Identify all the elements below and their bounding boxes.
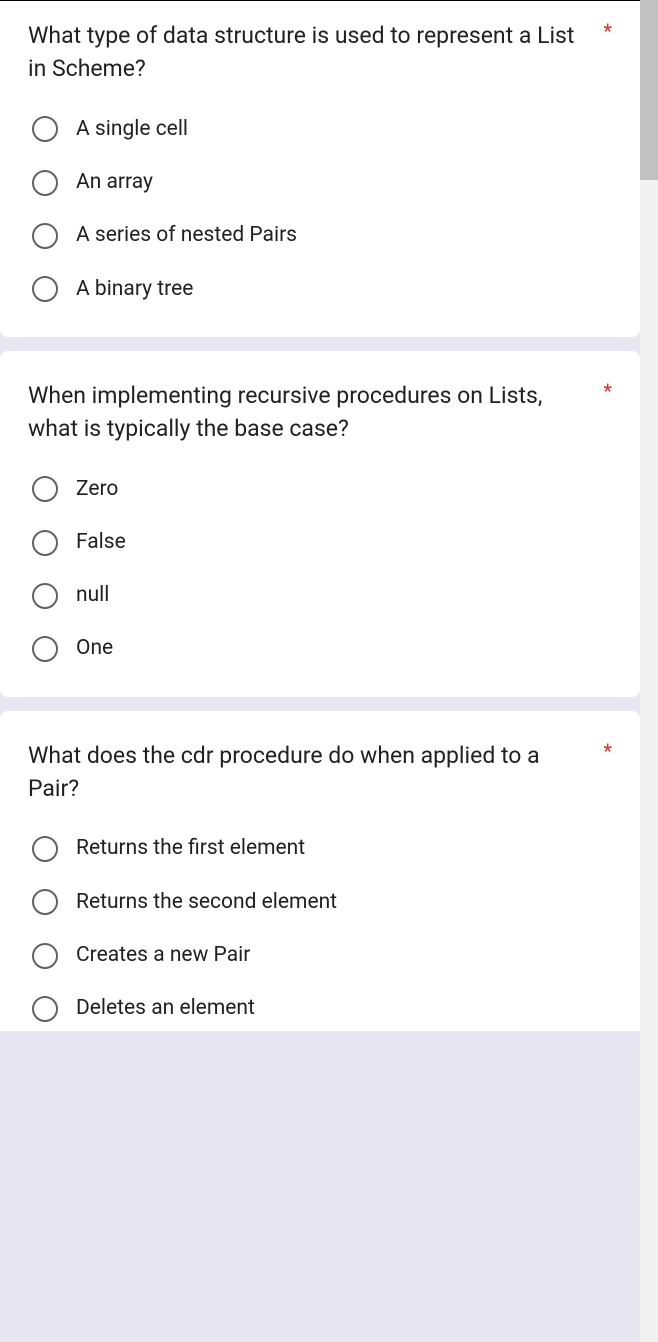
radio-option[interactable]: False [32, 529, 612, 556]
option-label: Creates a new Pair [76, 942, 250, 969]
question-header: What does the cdr procedure do when appl… [28, 739, 612, 806]
radio-icon [32, 116, 58, 142]
question-header: What type of data structure is used to r… [28, 19, 612, 86]
radio-icon [32, 889, 58, 915]
question-card: When implementing recursive procedures o… [0, 351, 640, 697]
required-indicator: * [603, 381, 612, 401]
question-card: What type of data structure is used to r… [0, 0, 640, 337]
options-list: A single cell An array A series of neste… [28, 116, 612, 303]
radio-option[interactable]: One [32, 635, 612, 662]
required-indicator: * [603, 741, 612, 761]
option-label: Returns the first element [76, 835, 305, 862]
radio-option[interactable]: Zero [32, 476, 612, 503]
form-container: What type of data structure is used to r… [0, 0, 658, 1031]
option-label: A binary tree [76, 276, 193, 303]
options-list: Zero False null One [28, 476, 612, 663]
option-label: Zero [76, 476, 118, 503]
radio-option[interactable]: null [32, 582, 612, 609]
radio-option[interactable]: An array [32, 169, 612, 196]
radio-icon [32, 223, 58, 249]
question-header: When implementing recursive procedures o… [28, 379, 612, 446]
radio-option[interactable]: Returns the first element [32, 835, 612, 862]
option-label: Deletes an element [76, 995, 255, 1022]
radio-option[interactable]: A series of nested Pairs [32, 222, 612, 249]
radio-option[interactable]: A binary tree [32, 276, 612, 303]
radio-icon [32, 836, 58, 862]
option-label: A series of nested Pairs [76, 222, 297, 249]
radio-icon [32, 636, 58, 662]
option-label: A single cell [76, 116, 188, 143]
radio-icon [32, 476, 58, 502]
radio-icon [32, 276, 58, 302]
radio-icon [32, 583, 58, 609]
radio-icon [32, 530, 58, 556]
option-label: An array [76, 169, 153, 196]
required-indicator: * [603, 21, 612, 41]
radio-option[interactable]: Deletes an element [32, 995, 612, 1022]
question-text: When implementing recursive procedures o… [28, 379, 603, 446]
radio-option[interactable]: Returns the second element [32, 889, 612, 916]
radio-option[interactable]: Creates a new Pair [32, 942, 612, 969]
radio-icon [32, 170, 58, 196]
option-label: Returns the second element [76, 889, 337, 916]
options-list: Returns the first element Returns the se… [28, 835, 612, 1022]
radio-option[interactable]: A single cell [32, 116, 612, 143]
option-label: False [76, 529, 126, 556]
scrollbar-track[interactable] [640, 0, 658, 1342]
option-label: null [76, 582, 109, 609]
radio-icon [32, 996, 58, 1022]
option-label: One [76, 635, 113, 662]
question-text: What does the cdr procedure do when appl… [28, 739, 603, 806]
question-card: What does the cdr procedure do when appl… [0, 711, 640, 1031]
scrollbar-thumb[interactable] [640, 0, 658, 180]
radio-icon [32, 943, 58, 969]
question-text: What type of data structure is used to r… [28, 19, 603, 86]
